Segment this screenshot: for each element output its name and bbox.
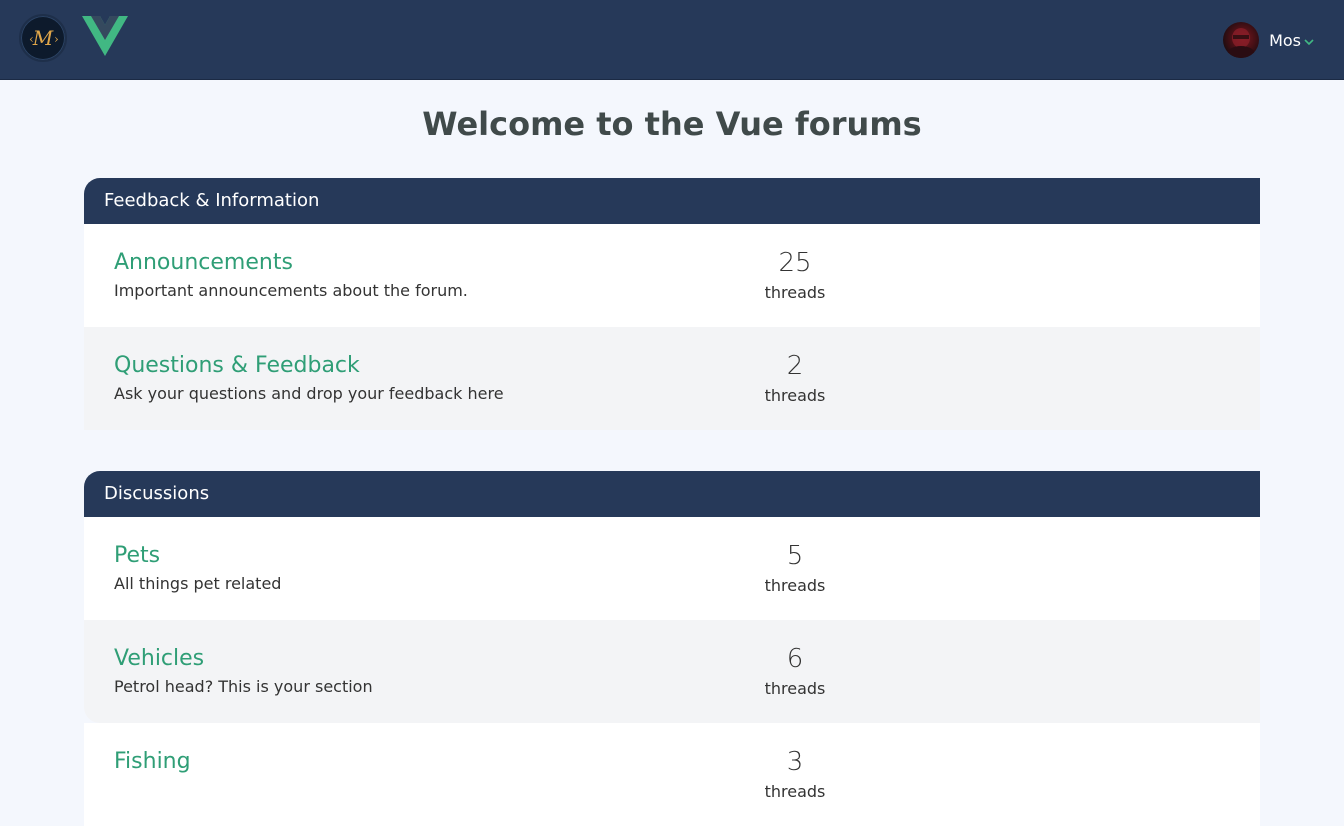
forum-row-questions-feedback: Questions & Feedback Ask your questions … [84,327,1260,430]
category-discussions: Discussions Pets All things pet related … [84,471,1260,826]
category-feedback-information: Feedback & Information Announcements Imp… [84,178,1260,430]
forum-link-pets[interactable]: Pets [114,543,160,569]
thread-count: 25 [778,248,812,278]
top-navbar: ‹ › M Mos [0,0,1344,80]
username[interactable]: Mos [1269,31,1301,50]
avatar[interactable] [1223,22,1260,58]
thread-count: 2 [786,351,804,381]
thread-count-label: threads [764,386,826,405]
forum-row-announcements: Announcements Important announcements ab… [84,224,1260,327]
category-header: Discussions [84,471,1260,517]
page-title: Welcome to the Vue forums [422,105,922,143]
user-menu[interactable]: Mos [1223,22,1314,58]
forum-link-vehicles[interactable]: Vehicles [114,646,204,672]
thread-count-label: threads [764,782,826,801]
thread-count: 6 [786,644,804,674]
thread-count-label: threads [764,679,826,698]
forum-description: All things pet related [114,574,282,593]
forum-link-questions-feedback[interactable]: Questions & Feedback [114,353,360,379]
forum-row-pets: Pets All things pet related 5 threads [84,517,1260,620]
forum-row-fishing: Fishing 3 threads [84,723,1260,826]
forum-description: Important announcements about the forum. [114,281,468,300]
avatar-image-icon [1227,28,1256,58]
forum-link-announcements[interactable]: Announcements [114,250,293,276]
thread-count: 3 [786,747,804,777]
thread-count-label: threads [764,283,826,302]
logo-monogram-text: M [32,26,54,50]
vue-logo-icon[interactable] [82,16,128,56]
forum-description: Ask your questions and drop your feedbac… [114,384,504,403]
thread-count: 5 [786,541,804,571]
chevron-down-icon[interactable] [1304,38,1314,46]
forum-link-fishing[interactable]: Fishing [114,749,191,775]
site-logo-icon[interactable]: ‹ › M [19,14,67,62]
svg-text:›: › [54,32,59,46]
forum-description: Petrol head? This is your section [114,677,373,696]
thread-count-label: threads [764,576,826,595]
monogram-logo-icon: ‹ › M [29,26,59,50]
category-header: Feedback & Information [84,178,1260,224]
forum-row-vehicles: Vehicles Petrol head? This is your secti… [84,620,1260,723]
